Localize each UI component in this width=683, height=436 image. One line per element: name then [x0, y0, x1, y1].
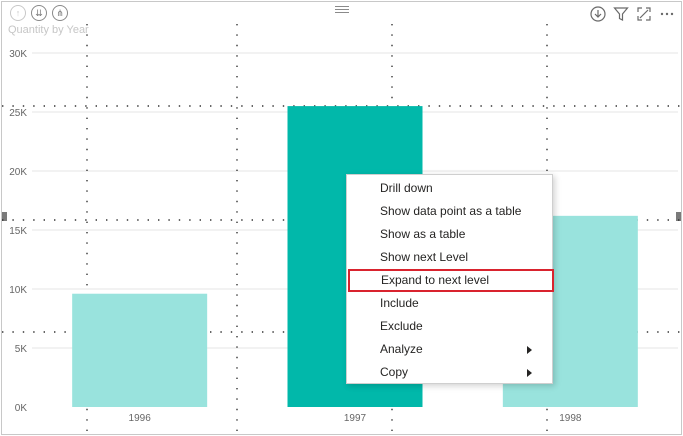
bar-chart: 0K 5K 10K 15K 20K 25K 30K 1996 1997 1998: [2, 24, 681, 434]
x-tick-label: 1998: [559, 413, 582, 424]
menu-item-label: Exclude: [380, 319, 423, 333]
menu-item-label: Include: [380, 296, 419, 310]
y-tick-label: 5K: [15, 344, 28, 355]
menu-item-label: Drill down: [380, 181, 433, 195]
menu-item-show-next-level[interactable]: Show next Level: [347, 246, 552, 269]
menu-item-label: Analyze: [380, 342, 423, 356]
submenu-arrow-icon: [527, 346, 532, 354]
y-tick-label: 30K: [9, 49, 27, 60]
menu-item-label: Show data point as a table: [380, 204, 522, 218]
menu-item-show-as-a-table[interactable]: Show as a table: [347, 223, 552, 246]
menu-item-label: Copy: [380, 365, 409, 379]
menu-item-label: Expand to next level: [381, 273, 490, 287]
menu-item-copy[interactable]: Copy: [347, 361, 552, 384]
x-tick-label: 1997: [344, 413, 367, 424]
menu-item-expand-to-next-level[interactable]: Expand to next level: [348, 269, 554, 292]
menu-item-analyze[interactable]: Analyze: [347, 338, 552, 361]
y-tick-label: 25K: [9, 108, 27, 119]
x-tick-label: 1996: [129, 413, 152, 424]
bar-1996[interactable]: [72, 293, 208, 407]
submenu-arrow-icon: [527, 369, 532, 377]
visual-container[interactable]: ↑ ⇊ ⋔ Quantity by Year 0K 5K 10K 15K 20K 25K 3…: [1, 1, 682, 435]
y-tick-label: 0K: [15, 403, 28, 414]
menu-item-drill-down[interactable]: Drill down: [347, 177, 552, 200]
menu-item-exclude[interactable]: Exclude: [347, 315, 552, 338]
y-tick-label: 15K: [9, 226, 27, 237]
menu-item-label: Show next Level: [380, 250, 469, 264]
menu-item-include[interactable]: Include: [347, 292, 552, 315]
y-tick-label: 20K: [9, 167, 27, 178]
context-menu: Drill down Show data point as a table Show…: [346, 174, 554, 384]
y-tick-label: 10K: [9, 285, 27, 296]
menu-item-show-data-point-as-a-table[interactable]: Show data point as a table: [347, 200, 552, 223]
menu-item-label: Show as a table: [380, 227, 466, 241]
